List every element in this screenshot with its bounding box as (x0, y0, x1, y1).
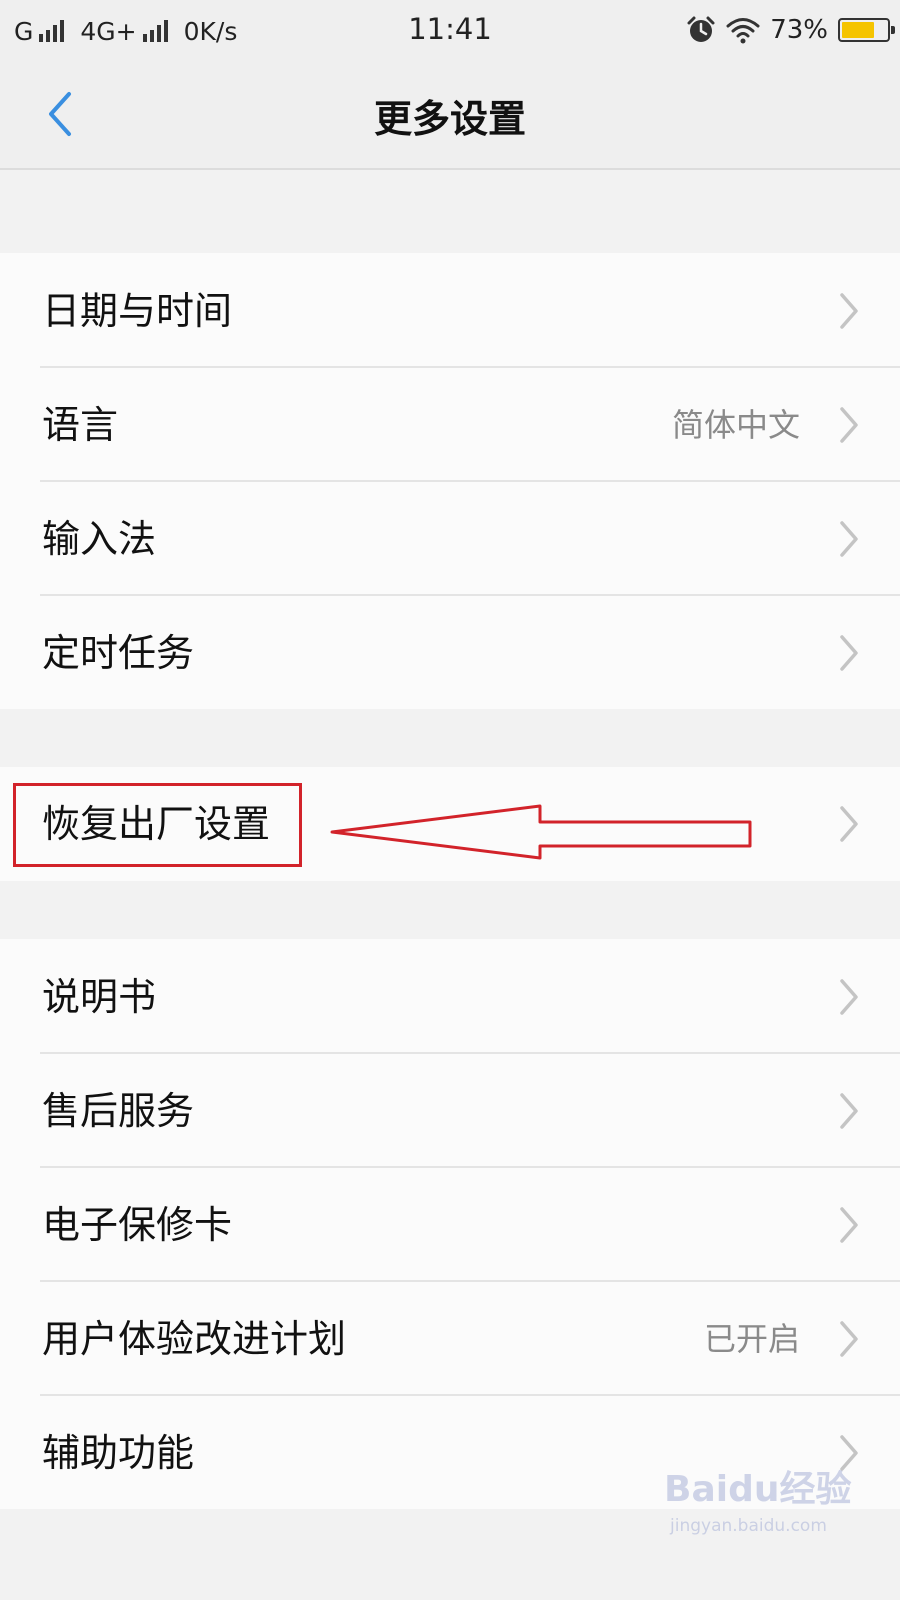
settings-row-language[interactable]: 语言 简体中文 (0, 367, 900, 483)
battery-icon (838, 18, 895, 42)
battery-fill (842, 22, 875, 38)
chevron-right-icon (840, 1435, 858, 1471)
battery-percent: 73% (770, 15, 828, 45)
row-label: 说明书 (42, 975, 157, 1019)
wifi-icon (726, 18, 760, 44)
settings-row-date-time[interactable]: 日期与时间 (0, 253, 900, 369)
settings-row-accessibility[interactable]: 辅助功能 (0, 1395, 900, 1511)
row-label: 电子保修卡 (42, 1203, 233, 1247)
chevron-right-icon (840, 293, 858, 329)
chevron-right-icon (840, 1093, 858, 1129)
chevron-right-icon (840, 806, 858, 842)
settings-row-ux-program[interactable]: 用户体验改进计划 已开启 (0, 1281, 900, 1397)
row-label: 售后服务 (42, 1089, 195, 1133)
row-label: 语言 (42, 403, 119, 447)
chevron-right-icon (840, 979, 858, 1015)
chevron-right-icon (840, 521, 858, 557)
settings-row-warranty-card[interactable]: 电子保修卡 (0, 1167, 900, 1283)
row-label: 用户体验改进计划 (42, 1317, 347, 1361)
status-bar: G 4G+ 0K/s 11:41 73% (0, 0, 900, 62)
row-label: 输入法 (42, 517, 157, 561)
nav-bar: 更多设置 (0, 62, 900, 170)
watermark-url: jingyan.baidu.com (670, 1516, 827, 1536)
chevron-right-icon (840, 635, 858, 671)
settings-row-input-method[interactable]: 输入法 (0, 481, 900, 597)
annotation-arrow-icon (330, 804, 752, 860)
row-label: 日期与时间 (42, 289, 233, 333)
chevron-right-icon (840, 407, 858, 443)
annotation-highlight-box (13, 783, 302, 867)
row-value: 简体中文 (671, 406, 800, 444)
alarm-icon (687, 16, 715, 42)
row-value: 已开启 (703, 1320, 800, 1358)
settings-row-after-sales[interactable]: 售后服务 (0, 1053, 900, 1169)
chevron-right-icon (840, 1207, 858, 1243)
chevron-right-icon (840, 1321, 858, 1357)
row-label: 辅助功能 (42, 1431, 195, 1475)
settings-group-support: 说明书 售后服务 电子保修卡 用户体验改进计划 已开启 辅助功能 (0, 939, 900, 1509)
settings-group-general: 日期与时间 语言 简体中文 输入法 定时任务 (0, 253, 900, 709)
page-title: 更多设置 (373, 97, 526, 141)
settings-row-manual[interactable]: 说明书 (0, 939, 900, 1055)
settings-row-scheduled-tasks[interactable]: 定时任务 (0, 595, 900, 711)
row-label: 定时任务 (42, 631, 195, 675)
status-right: 73% (686, 12, 895, 48)
